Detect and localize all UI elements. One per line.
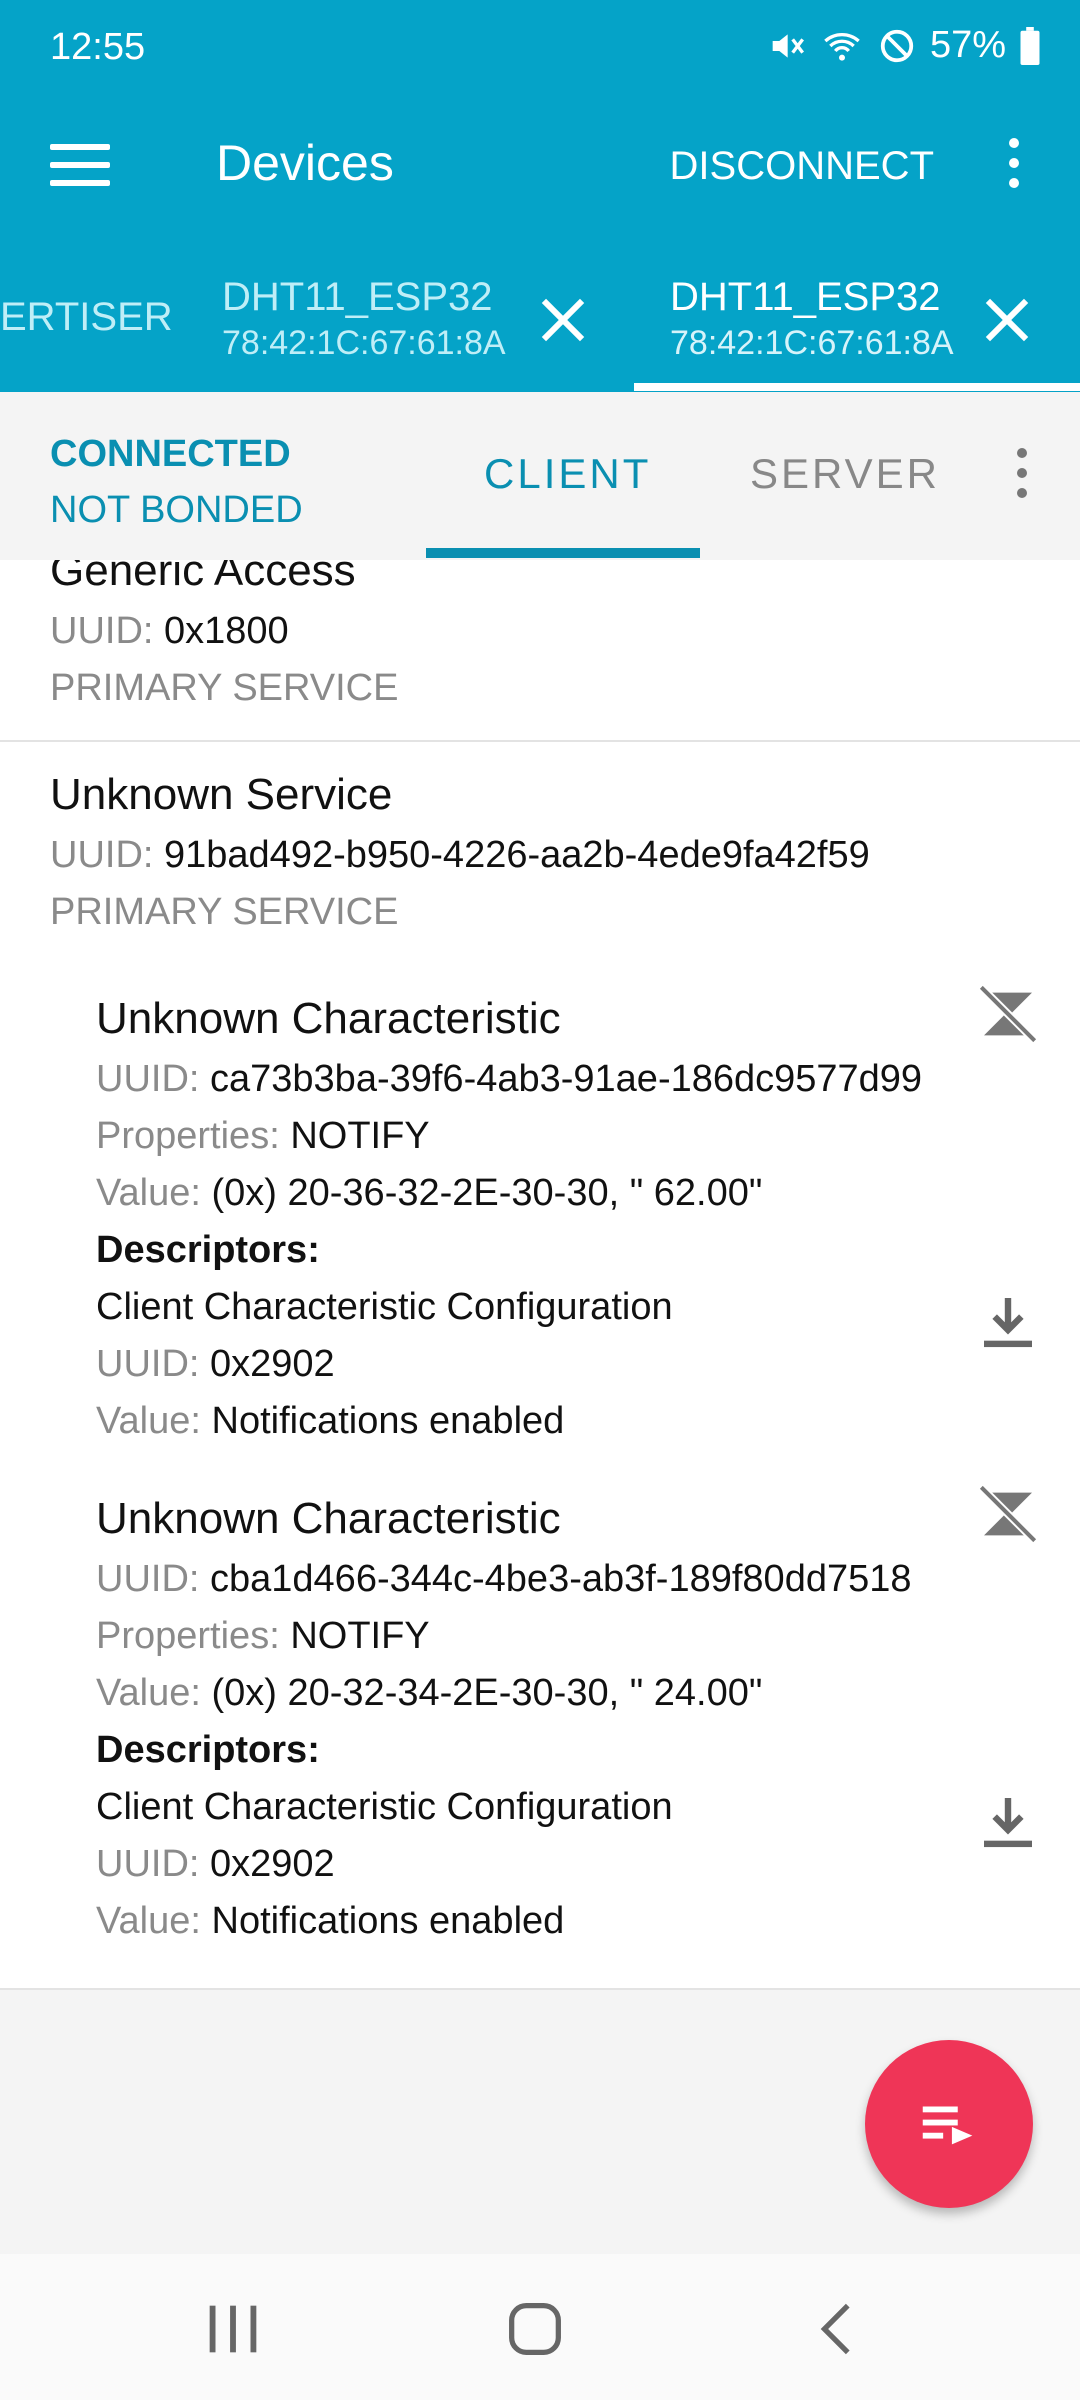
notifications-disabled-icon[interactable]: [976, 982, 1040, 1046]
connection-status: CONNECTED NOT BONDED: [50, 426, 303, 538]
value-label: Value:: [96, 1900, 201, 1942]
connection-state: CONNECTED: [50, 433, 291, 475]
value-label: Value:: [96, 1400, 201, 1442]
characteristic-uuid-row: UUID: ca73b3ba-39f6-4ab3-91ae-186dc9577d…: [96, 1058, 1056, 1101]
descriptor-value: Notifications enabled: [211, 1400, 565, 1442]
characteristic-uuid: ca73b3ba-39f6-4ab3-91ae-186dc9577d99: [210, 1058, 923, 1100]
service-uuid-row: UUID: 91bad492-b950-4226-aa2b-4ede9fa42f…: [50, 834, 1080, 877]
back-icon[interactable]: [804, 2294, 874, 2364]
list-end-divider: [0, 1988, 1080, 1990]
toolbar: Devices DISCONNECT: [0, 100, 1080, 230]
descriptor-value: Notifications enabled: [211, 1900, 565, 1942]
characteristic-uuid-row: UUID: cba1d466-344c-4be3-ab3f-189f80dd75…: [96, 1558, 1056, 1601]
value-label: Value:: [96, 1172, 201, 1214]
service-type: PRIMARY SERVICE: [50, 667, 399, 709]
status-icons: 57%: [766, 24, 1040, 67]
client-tab-indicator: [426, 548, 700, 558]
services-list: Generic Access UUID: 0x1800 PRIMARY SERV…: [0, 560, 1080, 1990]
battery-icon: [1020, 26, 1040, 65]
characteristic-properties-row: Properties: NOTIFY: [96, 1115, 1056, 1158]
service-type: PRIMARY SERVICE: [50, 891, 399, 933]
characteristic-value: (0x) 20-36-32-2E-30-30, " 62.00": [211, 1172, 763, 1214]
uuid-label: UUID:: [50, 834, 154, 876]
status-time: 12:55: [50, 26, 146, 68]
tab-device-2[interactable]: DHT11_ESP32 78:42:1C:67:61:8A: [670, 275, 954, 363]
uuid-label: UUID:: [50, 610, 154, 652]
disconnect-button[interactable]: DISCONNECT: [670, 144, 934, 189]
characteristic-value-row: Value: (0x) 20-36-32-2E-30-30, " 62.00": [96, 1172, 1056, 1215]
characteristic-name: Unknown Characteristic: [96, 994, 561, 1043]
properties-label: Properties:: [96, 1615, 280, 1657]
characteristic-uuid: cba1d466-344c-4be3-ab3f-189f80dd7518: [210, 1558, 912, 1600]
home-icon[interactable]: [500, 2294, 570, 2364]
menu-icon[interactable]: [50, 144, 110, 188]
subbar-overflow-icon[interactable]: [1012, 448, 1032, 508]
download-icon[interactable]: [976, 1290, 1040, 1354]
tab-device-2-name: DHT11_ESP32: [670, 275, 941, 319]
tab-device-1-mac: 78:42:1C:67:61:8A: [222, 324, 506, 362]
tab-advertiser-label: ERTISER: [0, 295, 173, 339]
service-item[interactable]: Unknown Service UUID: 91bad492-b950-4226…: [0, 770, 1080, 934]
descriptor-uuid: 0x2902: [210, 1843, 335, 1885]
wifi-icon: [824, 32, 860, 61]
download-icon[interactable]: [976, 1790, 1040, 1854]
notifications-disabled-icon[interactable]: [976, 1482, 1040, 1546]
descriptor-value-row: Value: Notifications enabled: [96, 1900, 1056, 1943]
connection-bar: CONNECTED NOT BONDED CLIENT SERVER: [0, 392, 1080, 561]
characteristic-value: (0x) 20-32-34-2E-30-30, " 24.00": [211, 1672, 763, 1714]
uuid-label: UUID:: [96, 1343, 200, 1385]
tab-server[interactable]: SERVER: [750, 450, 940, 498]
characteristic-properties-row: Properties: NOTIFY: [96, 1615, 1056, 1658]
uuid-label: UUID:: [96, 1058, 200, 1100]
service-uuid: 91bad492-b950-4226-aa2b-4ede9fa42f59: [164, 834, 870, 876]
characteristic-item[interactable]: Unknown Characteristic UUID: cba1d466-34…: [96, 1494, 1056, 1943]
service-uuid-row: UUID: 0x1800: [50, 610, 1080, 653]
app-bar: 12:55 57% Devices DISCONNECT ERTISER DHT…: [0, 0, 1080, 392]
system-nav-bar: [0, 2254, 1080, 2400]
characteristic-item[interactable]: Unknown Characteristic UUID: ca73b3ba-39…: [96, 994, 1056, 1443]
tab-device-1[interactable]: DHT11_ESP32 78:42:1C:67:61:8A: [222, 275, 506, 363]
divider: [0, 740, 1080, 742]
descriptor-uuid-row: UUID: 0x2902: [96, 1843, 1056, 1886]
characteristic-name: Unknown Characteristic: [96, 1494, 561, 1543]
page-title: Devices: [216, 135, 394, 191]
status-bar: 12:55 57%: [0, 0, 1080, 100]
log-list-icon: [922, 2106, 973, 2145]
overflow-menu-icon[interactable]: [1004, 138, 1024, 198]
mute-icon: [772, 33, 804, 58]
descriptor-name: Client Characteristic Configuration: [96, 1286, 673, 1328]
recent-apps-icon[interactable]: [198, 2294, 268, 2364]
close-tab-2-icon[interactable]: [982, 295, 1032, 345]
characteristic-properties: NOTIFY: [290, 1115, 430, 1157]
close-tab-1-icon[interactable]: [538, 295, 588, 345]
tab-client[interactable]: CLIENT: [484, 450, 651, 498]
properties-label: Properties:: [96, 1115, 280, 1157]
service-name: Generic Access: [50, 560, 356, 595]
descriptor-uuid-row: UUID: 0x2902: [96, 1343, 1056, 1386]
uuid-label: UUID:: [96, 1558, 200, 1600]
characteristic-properties: NOTIFY: [290, 1615, 430, 1657]
value-label: Value:: [96, 1672, 201, 1714]
battery-percent: 57%: [929, 24, 1006, 66]
tab-device-1-name: DHT11_ESP32: [222, 275, 493, 319]
service-item[interactable]: Generic Access UUID: 0x1800 PRIMARY SERV…: [0, 560, 1080, 710]
uuid-label: UUID:: [96, 1843, 200, 1885]
tab-device-2-mac: 78:42:1C:67:61:8A: [670, 324, 954, 362]
do-not-disturb-icon: [880, 29, 914, 62]
characteristic-value-row: Value: (0x) 20-32-34-2E-30-30, " 24.00": [96, 1672, 1056, 1715]
descriptor-name: Client Characteristic Configuration: [96, 1786, 673, 1828]
service-uuid: 0x1800: [164, 610, 289, 652]
device-tabs: ERTISER DHT11_ESP32 78:42:1C:67:61:8A DH…: [0, 255, 1080, 392]
service-name: Unknown Service: [50, 770, 393, 819]
descriptor-uuid: 0x2902: [210, 1343, 335, 1385]
active-tab-indicator: [634, 383, 1080, 391]
descriptor-value-row: Value: Notifications enabled: [96, 1400, 1056, 1443]
tab-advertiser[interactable]: ERTISER: [0, 295, 173, 340]
descriptors-heading: Descriptors:: [96, 1229, 320, 1271]
bond-state: NOT BONDED: [50, 489, 303, 531]
log-fab-button[interactable]: [865, 2040, 1033, 2208]
descriptors-heading: Descriptors:: [96, 1729, 320, 1771]
